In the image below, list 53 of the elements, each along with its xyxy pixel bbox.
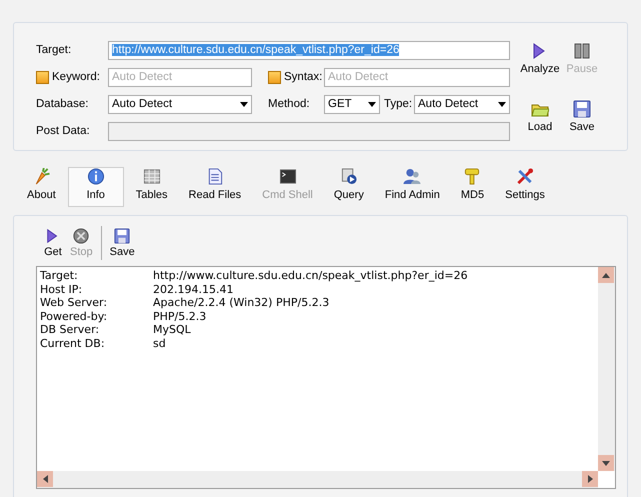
database-dropdown[interactable]: Auto Detect xyxy=(108,94,252,114)
tab[interactable]: About xyxy=(18,167,65,207)
field-label: Database: xyxy=(36,98,90,110)
field-label: Method: xyxy=(268,98,311,110)
info-value: http://www.culture.sdu.edu.cn/speak_vtlist.php?er_id=26 xyxy=(153,269,468,282)
tools-icon xyxy=(516,168,534,185)
table-icon xyxy=(142,168,161,185)
toolbar-button[interactable]: Save xyxy=(562,98,602,150)
toolbar-button[interactable]: Get xyxy=(40,226,66,260)
info-label: Target: xyxy=(40,269,79,282)
tab[interactable]: Info xyxy=(68,167,124,207)
tab[interactable]: Find Admin xyxy=(376,167,449,207)
horizontal-scrollbar[interactable] xyxy=(37,471,598,488)
scroll-left-button[interactable] xyxy=(37,471,53,487)
post-data-field[interactable] xyxy=(108,122,510,140)
checkbox[interactable] xyxy=(36,70,49,84)
info-label: DB Server: xyxy=(40,323,100,336)
terminal-icon xyxy=(278,168,296,185)
method-dropdown[interactable]: GET xyxy=(324,94,380,114)
field-label: Syntax: xyxy=(284,71,322,83)
scroll-up-button[interactable] xyxy=(598,267,614,283)
info-value: PHP/5.2.3 xyxy=(153,310,206,323)
tab[interactable]: MD5 xyxy=(452,167,494,207)
field-label: Target: xyxy=(36,44,72,56)
vertical-scrollbar[interactable] xyxy=(598,267,615,471)
stop-icon xyxy=(72,228,90,244)
pause-icon xyxy=(573,42,591,60)
toolbar-button[interactable]: Save xyxy=(106,226,139,260)
field-label: Post Data: xyxy=(36,125,91,137)
field-label: Keyword: xyxy=(52,71,100,83)
field-label: Type: xyxy=(383,98,414,110)
type-dropdown[interactable]: Auto Detect xyxy=(414,94,510,114)
tab[interactable]: Settings xyxy=(496,167,554,207)
tab[interactable]: Tables xyxy=(126,167,177,207)
info-value: MySQL xyxy=(153,323,191,336)
info-label: Host IP: xyxy=(40,282,84,296)
toolbar-button[interactable]: Load xyxy=(518,98,562,150)
info-label: Current DB: xyxy=(40,336,106,350)
info-value: 202.194.15.41 xyxy=(153,282,234,296)
scroll-down-button[interactable] xyxy=(598,455,614,471)
info-value: sd xyxy=(153,336,166,350)
users-icon xyxy=(403,168,422,185)
info-icon xyxy=(86,168,105,185)
tab[interactable]: Read Files xyxy=(180,167,250,207)
toolbar-button[interactable]: Analyze xyxy=(518,40,562,92)
document-play-icon xyxy=(340,168,358,185)
info-label: Web Server: xyxy=(40,296,108,310)
tab[interactable]: Query xyxy=(324,167,373,207)
key-icon xyxy=(463,168,482,185)
scroll-right-button[interactable] xyxy=(582,471,598,487)
info-label: Powered-by: xyxy=(40,310,108,323)
checkbox[interactable] xyxy=(268,70,281,84)
info-value: Apache/2.2.4 (Win32) PHP/5.2.3 xyxy=(153,296,330,310)
